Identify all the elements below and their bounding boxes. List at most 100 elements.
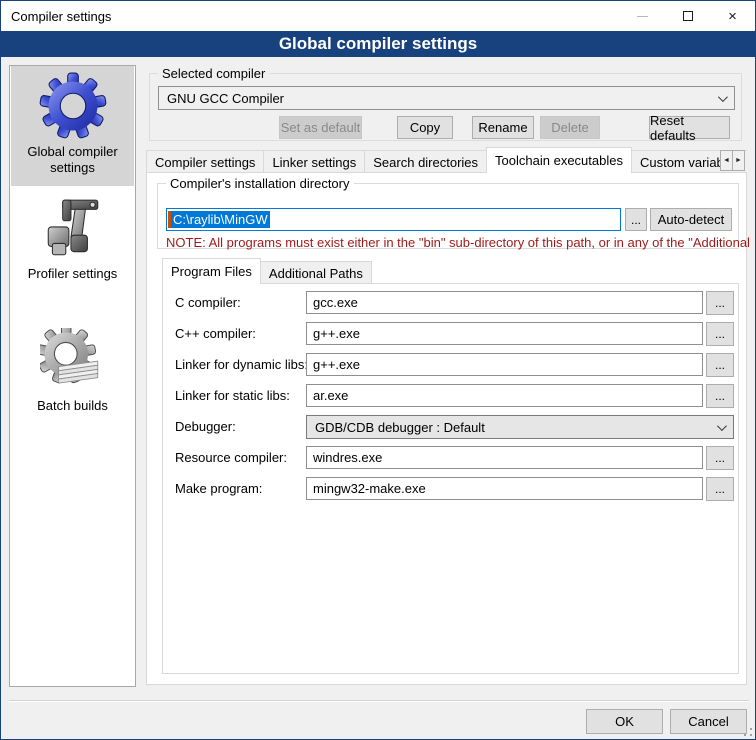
minimize-button[interactable]: [620, 1, 665, 31]
ok-button[interactable]: OK: [586, 709, 663, 734]
ellipsis-icon: ...: [715, 296, 725, 310]
tab-scroll-buttons: ◄ ►: [720, 150, 745, 171]
ellipsis-icon: ...: [631, 213, 641, 227]
tab-toolchain-executables[interactable]: Toolchain executables: [486, 147, 632, 173]
title-bar[interactable]: Compiler settings ×: [1, 1, 755, 31]
debugger-dropdown[interactable]: GDB/CDB debugger : Default: [306, 415, 734, 439]
tab-linker-settings[interactable]: Linker settings: [263, 150, 365, 173]
make-program-browse-button[interactable]: ...: [706, 477, 734, 501]
button-label: Delete: [551, 120, 589, 135]
sidebar-item-label: Global compiler settings: [11, 144, 134, 177]
button-label: Auto-detect: [658, 212, 725, 227]
c-compiler-label: C compiler:: [175, 295, 241, 310]
button-label: Copy: [410, 120, 440, 135]
debugger-value: GDB/CDB debugger : Default: [315, 420, 485, 435]
resize-grip[interactable]: [744, 728, 752, 736]
ellipsis-icon: ...: [715, 451, 725, 465]
dynamic-linker-browse-button[interactable]: ...: [706, 353, 734, 377]
button-label: OK: [615, 714, 634, 729]
set-as-default-button[interactable]: Set as default: [279, 116, 362, 139]
close-icon: ×: [728, 9, 737, 24]
installation-directory-value: C:\raylib\MinGW: [171, 211, 270, 228]
maximize-button[interactable]: [665, 1, 710, 31]
button-label: Rename: [478, 120, 527, 135]
ellipsis-icon: ...: [715, 358, 725, 372]
program-tabs: Program Files Additional Paths: [162, 258, 372, 284]
selected-compiler-legend: Selected compiler: [158, 66, 269, 81]
chevron-down-icon: [717, 421, 727, 431]
sidebar-item-label: Batch builds: [11, 398, 134, 414]
cpp-compiler-label: C++ compiler:: [175, 326, 256, 341]
close-button[interactable]: ×: [710, 1, 755, 31]
resource-compiler-label: Resource compiler:: [175, 450, 287, 465]
rename-button[interactable]: Rename: [472, 116, 534, 139]
tab-additional-paths[interactable]: Additional Paths: [260, 261, 372, 284]
maximize-icon: [683, 11, 693, 21]
chevron-down-icon: [718, 92, 728, 102]
banner: Global compiler settings: [1, 31, 755, 57]
compiler-settings-dialog: Compiler settings × Global compiler sett…: [0, 0, 756, 740]
scroll-right-icon: ►: [735, 157, 742, 164]
resource-compiler-browse-button[interactable]: ...: [706, 446, 734, 470]
tab-compiler-settings[interactable]: Compiler settings: [146, 150, 264, 173]
tab-program-files[interactable]: Program Files: [162, 258, 261, 284]
installation-directory-input[interactable]: C:\raylib\MinGW: [166, 208, 621, 231]
installation-directory-legend: Compiler's installation directory: [166, 176, 354, 191]
selected-compiler-value: GNU GCC Compiler: [167, 91, 284, 106]
static-linker-label: Linker for static libs:: [175, 388, 290, 403]
blue-gear-icon: [39, 72, 107, 140]
caliper-tool-icon: [40, 196, 106, 262]
make-program-input[interactable]: [306, 477, 703, 500]
tab-scroll-right-button[interactable]: ►: [732, 150, 745, 171]
tab-label: Additional Paths: [269, 266, 363, 281]
window-controls: ×: [620, 1, 755, 31]
c-compiler-browse-button[interactable]: ...: [706, 291, 734, 315]
ellipsis-icon: ...: [715, 327, 725, 341]
copy-button[interactable]: Copy: [397, 116, 453, 139]
banner-title: Global compiler settings: [279, 34, 477, 54]
toolchain-executables-panel: Compiler's installation directory C:\ray…: [146, 172, 747, 685]
cpp-compiler-browse-button[interactable]: ...: [706, 322, 734, 346]
delete-button[interactable]: Delete: [540, 116, 600, 139]
static-linker-browse-button[interactable]: ...: [706, 384, 734, 408]
selected-compiler-dropdown[interactable]: GNU GCC Compiler: [158, 86, 735, 110]
resource-compiler-input[interactable]: [306, 446, 703, 469]
static-linker-input[interactable]: [306, 384, 703, 407]
scroll-left-icon: ◄: [723, 157, 730, 164]
button-label: Cancel: [688, 714, 728, 729]
auto-detect-button[interactable]: Auto-detect: [650, 208, 732, 231]
note-text: NOTE: All programs must exist either in …: [166, 235, 756, 250]
sidebar-item-profiler-settings[interactable]: Profiler settings: [11, 190, 134, 302]
program-files-panel: C compiler: ... C++ compiler: ... Linker…: [162, 283, 739, 674]
cpp-compiler-input[interactable]: [306, 322, 703, 345]
tab-label: Linker settings: [272, 155, 356, 170]
tab-label: Program Files: [171, 264, 252, 279]
dynamic-linker-label: Linker for dynamic libs:: [175, 357, 308, 372]
c-compiler-input[interactable]: [306, 291, 703, 314]
selected-compiler-group: Selected compiler GNU GCC Compiler Set a…: [149, 73, 742, 141]
debugger-label: Debugger:: [175, 419, 236, 434]
reset-defaults-button[interactable]: Reset defaults: [649, 116, 730, 139]
minimize-icon: [637, 16, 648, 17]
tab-label: Compiler settings: [155, 155, 255, 170]
sidebar-item-global-compiler-settings[interactable]: Global compiler settings: [11, 66, 134, 186]
footer-divider: [9, 700, 749, 702]
compiler-tabs: Compiler settings Linker settings Search…: [146, 147, 747, 173]
tab-label: Search directories: [373, 155, 478, 170]
browse-directory-button[interactable]: ...: [625, 208, 647, 231]
sidebar-item-label: Profiler settings: [11, 266, 134, 282]
button-label: Reset defaults: [650, 113, 729, 143]
gray-gear-stack-icon: [40, 328, 106, 394]
ellipsis-icon: ...: [715, 389, 725, 403]
cancel-button[interactable]: Cancel: [670, 709, 747, 734]
button-label: Set as default: [281, 120, 361, 135]
sidebar-item-batch-builds[interactable]: Batch builds: [11, 322, 134, 426]
window-title: Compiler settings: [11, 9, 111, 24]
dynamic-linker-input[interactable]: [306, 353, 703, 376]
make-program-label: Make program:: [175, 481, 262, 496]
tab-search-directories[interactable]: Search directories: [364, 150, 487, 173]
ellipsis-icon: ...: [715, 482, 725, 496]
settings-category-list: Global compiler settings: [9, 65, 136, 687]
installation-directory-group: Compiler's installation directory C:\ray…: [157, 183, 739, 249]
tab-label: Toolchain executables: [495, 153, 623, 168]
